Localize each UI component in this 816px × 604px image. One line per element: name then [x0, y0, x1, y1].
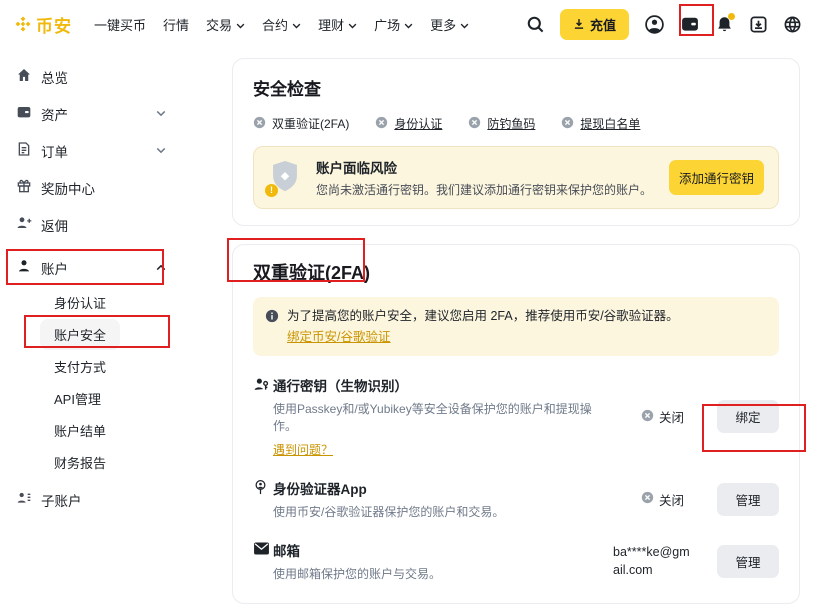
search-icon[interactable] [526, 15, 545, 34]
twofa-row-email: 邮箱 使用邮箱保护您的账户与交易。 ba****ke@gmail.com 管理 [253, 540, 779, 583]
twofa-row-authenticator: 身份验证器App 使用币安/谷歌验证器保护您的账户和交易。 关闭 管理 [253, 478, 779, 521]
sidebar-subitem-financial-reports[interactable]: 财务报告 [16, 446, 166, 478]
sidebar-item-subaccounts[interactable]: 子账户 [16, 481, 166, 518]
nav-futures[interactable]: 合约 [262, 15, 301, 34]
twofa-title: 双重验证(2FA) [253, 259, 779, 285]
chevron-down-icon [236, 17, 245, 32]
chevron-up-icon [156, 264, 166, 271]
email-description: 使用邮箱保护您的账户与交易。 [273, 566, 441, 583]
circle-x-icon [468, 116, 481, 132]
sidebar-item-rewards[interactable]: 奖励中心 [16, 169, 166, 206]
download-app-icon[interactable] [749, 15, 768, 34]
circle-x-icon [641, 491, 654, 507]
twofa-row-passkey: 通行密钥（生物识别） 使用Passkey和/或Yubikey等安全设备保护您的账… [253, 375, 779, 459]
sidebar-subitem-identity-verification[interactable]: 身份认证 [16, 286, 166, 318]
checklist-item-identity[interactable]: 身份认证 [375, 115, 442, 132]
passkey-bind-button[interactable]: 绑定 [717, 400, 779, 433]
chevron-down-icon [460, 17, 469, 32]
circle-x-icon [641, 409, 654, 425]
nav-buy-crypto[interactable]: 一键买币 [94, 15, 146, 34]
brand-name: 币安 [36, 12, 72, 37]
authenticator-status: 关闭 [613, 490, 693, 509]
security-checklist: 双重验证(2FA) 身份认证 防钓鱼码 提现白名单 [253, 115, 779, 132]
header-actions: 充值 [526, 9, 802, 40]
sidebar-subitem-payment-methods[interactable]: 支付方式 [16, 350, 166, 382]
risk-title: 账户面临风险 [316, 157, 657, 177]
twofa-notice: 为了提高您的账户安全，建议您启用 2FA，推荐使用币安/谷歌验证器。 绑定币安/… [253, 297, 779, 356]
risk-description: 您尚未激活通行密钥。我们建议添加通行密钥来保护您的账户。 [316, 181, 657, 198]
chevron-down-icon [292, 17, 301, 32]
language-globe-icon[interactable] [783, 15, 802, 34]
email-masked-value: ba****ke@gmail.com [613, 544, 693, 579]
passkey-title: 通行密钥（生物识别） [273, 375, 603, 395]
nav-more[interactable]: 更多 [430, 15, 469, 34]
deposit-arrow-icon [573, 18, 585, 30]
exclamation-badge: ! [265, 184, 278, 197]
passkey-description: 使用Passkey和/或Yubikey等安全设备保护您的账户和提现操作。 [273, 401, 603, 436]
chevron-down-icon [156, 147, 166, 154]
circle-x-icon [253, 116, 266, 132]
sidebar-item-overview[interactable]: 总览 [16, 58, 166, 95]
bind-authenticator-link[interactable]: 绑定币安/谷歌验证 [287, 330, 390, 344]
twofa-card: 双重验证(2FA) 为了提高您的账户安全，建议您启用 2FA，推荐使用币安/谷歌… [232, 244, 800, 604]
email-title: 邮箱 [273, 540, 441, 560]
passkey-icon [253, 376, 273, 393]
passkey-status: 关闭 [613, 407, 693, 426]
sidebar-item-account[interactable]: 账户 [16, 249, 166, 286]
profile-icon[interactable] [644, 14, 665, 35]
wallet-icon [16, 104, 32, 123]
binance-logo[interactable]: 币安 [14, 12, 72, 37]
nav-earn[interactable]: 理财 [318, 15, 357, 34]
nav-markets[interactable]: 行情 [163, 15, 189, 34]
sidebar-subitem-api-management[interactable]: API管理 [16, 382, 166, 414]
circle-x-icon [375, 116, 388, 132]
email-envelope-icon [253, 541, 273, 556]
info-icon [265, 309, 279, 346]
binance-diamond-icon [14, 15, 32, 33]
main-nav: 一键买币 行情 交易 合约 理财 广场 更多 [94, 15, 469, 34]
deposit-button[interactable]: 充值 [560, 9, 629, 40]
top-navbar: 币安 一键买币 行情 交易 合约 理财 广场 更多 充值 [0, 0, 816, 48]
twofa-notice-text: 为了提高您的账户安全，建议您启用 2FA，推荐使用币安/谷歌验证器。 [287, 307, 679, 326]
home-icon [16, 67, 32, 86]
checklist-item-whitelist[interactable]: 提现白名单 [561, 115, 640, 132]
authenticator-title: 身份验证器App [273, 478, 504, 498]
sidebar-subitem-account-security[interactable]: 账户安全 [16, 318, 166, 350]
security-check-title: 安全检查 [253, 75, 779, 100]
authenticator-app-icon [253, 479, 273, 496]
circle-x-icon [561, 116, 574, 132]
security-check-card: 安全检查 双重验证(2FA) 身份认证 防钓鱼码 提现白名单 [232, 58, 800, 226]
sidebar-item-referral[interactable]: 返佣 [16, 206, 166, 243]
main-content: 安全检查 双重验证(2FA) 身份认证 防钓鱼码 提现白名单 [232, 48, 816, 604]
checklist-item-antiphishing[interactable]: 防钓鱼码 [468, 115, 535, 132]
chevron-down-icon [156, 110, 166, 117]
sidebar: 总览 资产 订单 奖励中心 返佣 账户 身份认证 账户安全 支付方式 API管理 [0, 48, 232, 518]
shield-warning-icon: ! [268, 159, 304, 197]
rewards-gift-icon [16, 178, 32, 197]
sidebar-subitem-account-statement[interactable]: 账户结单 [16, 414, 166, 446]
notification-dot [728, 13, 735, 20]
sidebar-item-assets[interactable]: 资产 [16, 95, 166, 132]
nav-square[interactable]: 广场 [374, 15, 413, 34]
email-manage-button[interactable]: 管理 [717, 545, 779, 578]
add-passkey-button[interactable]: 添加通行密钥 [669, 160, 764, 195]
notifications-bell-icon[interactable] [715, 15, 734, 34]
account-person-icon [16, 258, 32, 277]
wallet-icon[interactable] [680, 14, 700, 34]
authenticator-description: 使用币安/谷歌验证器保护您的账户和交易。 [273, 504, 504, 521]
referral-person-plus-icon [16, 215, 32, 234]
having-trouble-link[interactable]: 遇到问题？ [273, 441, 333, 458]
chevron-down-icon [348, 17, 357, 32]
subaccounts-icon [16, 490, 32, 509]
chevron-down-icon [404, 17, 413, 32]
risk-banner: ! 账户面临风险 您尚未激活通行密钥。我们建议添加通行密钥来保护您的账户。 添加… [253, 146, 779, 209]
authenticator-manage-button[interactable]: 管理 [717, 483, 779, 516]
sidebar-item-orders[interactable]: 订单 [16, 132, 166, 169]
nav-trade[interactable]: 交易 [206, 15, 245, 34]
checklist-item-2fa[interactable]: 双重验证(2FA) [253, 115, 349, 132]
orders-icon [16, 141, 32, 160]
